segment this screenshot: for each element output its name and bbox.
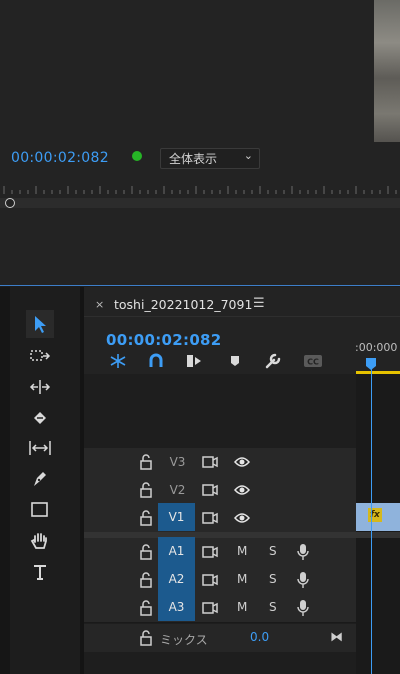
mix-label: ミックス: [160, 633, 208, 647]
track-label[interactable]: V3: [162, 453, 193, 471]
lock-icon[interactable]: [139, 600, 153, 616]
monitor-playhead-handle[interactable]: [5, 198, 15, 208]
captions-icon[interactable]: CC: [302, 352, 324, 370]
snap-magnet-icon[interactable]: [145, 352, 167, 370]
lock-icon[interactable]: [139, 630, 153, 646]
sync-lock-icon[interactable]: [202, 545, 218, 559]
microphone-icon[interactable]: [297, 543, 309, 561]
lock-icon[interactable]: [139, 510, 153, 526]
track-header-a1[interactable]: A1 M S: [84, 537, 356, 567]
add-marker-icon[interactable]: [224, 352, 246, 370]
track-label[interactable]: V2: [162, 481, 193, 499]
track-label-selected[interactable]: A3: [158, 593, 195, 621]
tab-underline: [84, 316, 400, 317]
razor-tool-icon[interactable]: [26, 404, 54, 432]
selection-tool-icon[interactable]: [26, 310, 54, 338]
mix-volume-value[interactable]: 0.0: [250, 630, 269, 644]
track-select-tool-icon[interactable]: [26, 342, 54, 370]
playhead-timecode[interactable]: 00:00:02:082: [11, 150, 109, 166]
playhead-handle-icon[interactable]: [365, 357, 377, 371]
sequence-tab-title[interactable]: toshi_20221012_7091: [114, 297, 252, 312]
sync-lock-icon[interactable]: [202, 601, 218, 615]
linked-selection-icon[interactable]: [183, 352, 205, 370]
eye-icon[interactable]: [234, 512, 250, 524]
lock-icon[interactable]: [139, 454, 153, 470]
solo-button[interactable]: S: [269, 600, 277, 614]
pen-tool-icon[interactable]: [26, 465, 54, 493]
mute-button[interactable]: M: [237, 544, 247, 558]
playhead-line[interactable]: [371, 360, 372, 674]
sync-lock-icon[interactable]: [202, 455, 218, 469]
solo-button[interactable]: S: [269, 544, 277, 558]
insert-nest-icon[interactable]: [107, 352, 129, 370]
go-to-in-out-icon[interactable]: ⧓: [330, 630, 343, 645]
track-label-selected[interactable]: A2: [158, 565, 195, 593]
mix-track-header[interactable]: ミックス 0.0 ⧓: [84, 624, 356, 652]
hand-tool-icon[interactable]: [26, 527, 54, 555]
status-indicator-icon: [132, 151, 142, 161]
sync-lock-icon[interactable]: [202, 573, 218, 587]
track-header-a2[interactable]: A2 M S: [84, 565, 356, 595]
eye-icon[interactable]: [234, 484, 250, 496]
monitor-time-ruler[interactable]: [0, 182, 400, 196]
panel-menu-icon[interactable]: ☰: [253, 296, 265, 311]
track-label-selected[interactable]: V1: [158, 503, 195, 531]
zoom-fit-value: 全体表示: [169, 152, 218, 166]
lock-icon[interactable]: [139, 482, 153, 498]
sync-lock-icon[interactable]: [202, 483, 218, 497]
eye-icon[interactable]: [234, 456, 250, 468]
microphone-icon[interactable]: [297, 571, 309, 589]
video-frame-preview: [374, 0, 400, 142]
type-tool-icon[interactable]: [26, 558, 54, 586]
track-header-v1[interactable]: V1: [84, 503, 356, 533]
track-label-selected[interactable]: A1: [158, 537, 195, 565]
tools-panel-edge: [0, 287, 10, 674]
ruler-time-label: :00:000: [355, 341, 398, 354]
solo-button[interactable]: S: [269, 572, 277, 586]
slip-tool-icon[interactable]: [26, 434, 54, 462]
wrench-settings-icon[interactable]: [262, 352, 284, 370]
track-header-a3[interactable]: A3 M S: [84, 593, 356, 623]
track-header-v2[interactable]: V2: [84, 476, 356, 505]
mute-button[interactable]: M: [237, 600, 247, 614]
zoom-fit-select[interactable]: 全体表示 ⌄: [160, 148, 260, 169]
timeline-timecode[interactable]: 00:00:02:082: [106, 331, 222, 349]
mute-button[interactable]: M: [237, 572, 247, 586]
close-icon[interactable]: ×: [95, 298, 104, 311]
program-monitor: [0, 0, 400, 285]
rectangle-tool-icon[interactable]: [26, 496, 54, 524]
lock-icon[interactable]: [139, 544, 153, 560]
sync-lock-icon[interactable]: [202, 511, 218, 525]
track-header-v3[interactable]: V3: [84, 448, 356, 477]
chevron-down-icon: ⌄: [243, 149, 253, 162]
monitor-scrub-bar[interactable]: [0, 198, 400, 208]
svg-text:CC: CC: [307, 358, 319, 367]
microphone-icon[interactable]: [297, 599, 309, 617]
panel-divider: [0, 285, 400, 286]
ripple-edit-tool-icon[interactable]: [26, 373, 54, 401]
lock-icon[interactable]: [139, 572, 153, 588]
